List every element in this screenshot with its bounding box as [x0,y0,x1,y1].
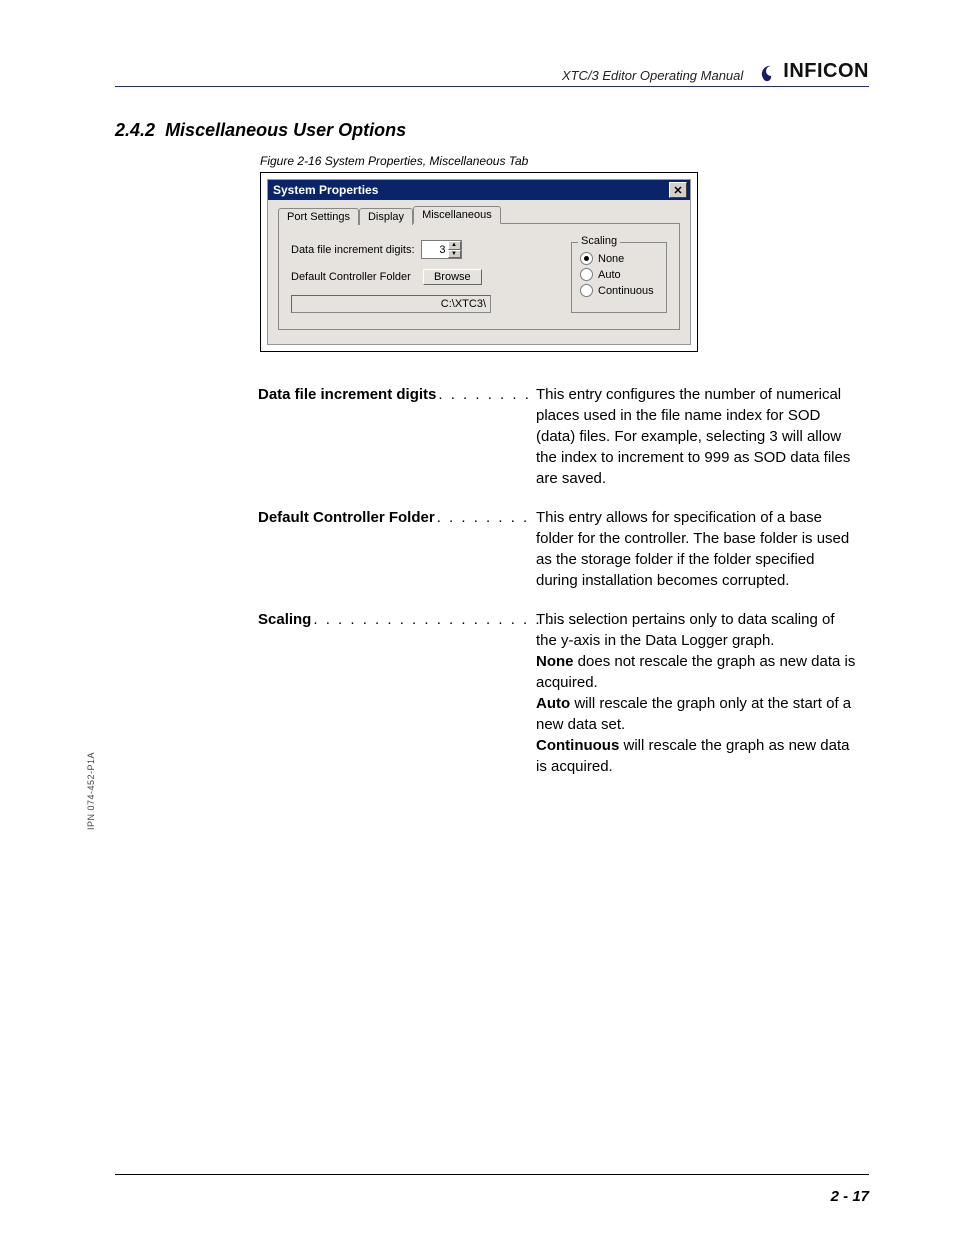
radio-icon[interactable] [580,252,593,265]
definition-body: This selection pertains only to data sca… [536,609,858,777]
browse-button[interactable]: Browse [423,269,482,285]
scaling-none-label: None [598,253,624,265]
default-folder-label: Default Controller Folder [291,271,411,283]
dialog-screenshot: System Properties ✕ Port Settings Displa… [260,172,698,352]
tab-display[interactable]: Display [359,208,413,225]
definition-term: Scaling [258,609,311,630]
radio-icon[interactable] [580,284,593,297]
definition-list: Data file increment digits. . . . . . . … [258,384,858,795]
definition-item: Scaling. . . . . . . . . . . . . . . . .… [258,609,858,777]
scaling-option-continuous[interactable]: Continuous [580,284,658,297]
system-properties-dialog: System Properties ✕ Port Settings Displa… [267,179,691,345]
brand-logo: INFICON [759,60,869,83]
page-header: XTC/3 Editor Operating Manual INFICON [115,60,869,87]
close-icon[interactable]: ✕ [669,182,687,198]
scaling-legend: Scaling [578,235,620,247]
scaling-option-none[interactable]: None [580,252,658,265]
footer-rule [115,1174,869,1175]
scaling-continuous-label: Continuous [598,285,654,297]
definition-item: Default Controller Folder. . . . . . . .… [258,507,858,591]
spinner-up-icon[interactable]: ▲ [448,241,461,250]
brand-text: INFICON [783,60,869,83]
spinner-down-icon[interactable]: ▼ [448,250,461,259]
definition-body: This entry allows for specification of a… [536,507,858,591]
dialog-titlebar: System Properties ✕ [268,180,690,200]
increment-digits-spinner[interactable]: ▲ ▼ [421,240,462,259]
manual-title: XTC/3 Editor Operating Manual [562,68,743,83]
section-heading: 2.4.2 Miscellaneous User Options [115,120,406,141]
brand-icon [759,62,779,82]
definition-term: Data file increment digits [258,384,436,405]
leader-dots: . . . . . . . . [436,384,533,405]
increment-digits-input[interactable] [422,241,448,258]
side-document-id: IPN 074-452-P1A [86,752,96,830]
figure-caption: Figure 2-16 System Properties, Miscellan… [260,154,528,168]
leader-dots: . . . . . . . . [435,507,532,528]
folder-path-display: C:\XTC3\ [291,295,491,313]
tab-miscellaneous[interactable]: Miscellaneous [413,206,501,224]
increment-digits-label: Data file increment digits: [291,244,415,256]
dialog-tabs: Port Settings Display Miscellaneous [278,206,680,224]
scaling-groupbox: Scaling None Auto Continuous [571,242,667,313]
page-number: 2 - 17 [831,1188,869,1205]
dialog-title: System Properties [273,183,378,197]
definition-item: Data file increment digits. . . . . . . … [258,384,858,489]
scaling-auto-label: Auto [598,269,621,281]
definition-body: This entry configures the number of nume… [536,384,858,489]
radio-icon[interactable] [580,268,593,281]
scaling-option-auto[interactable]: Auto [580,268,658,281]
tab-port-settings[interactable]: Port Settings [278,208,359,225]
miscellaneous-tab-pane: Data file increment digits: ▲ ▼ Default … [278,223,680,330]
definition-term: Default Controller Folder [258,507,435,528]
